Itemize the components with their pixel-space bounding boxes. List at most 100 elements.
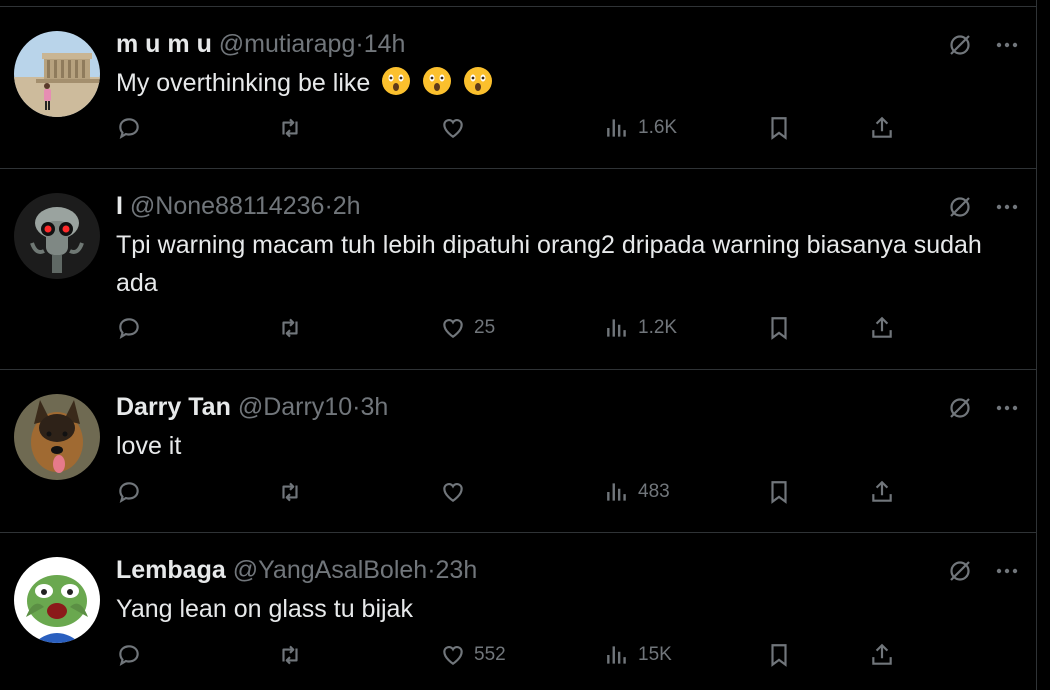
more-icon[interactable] [996,42,1018,48]
view-count: 1.6K [638,117,678,138]
retweet-icon [282,118,298,138]
retweet-icon [282,318,298,338]
views-icon [607,319,626,337]
reply-button[interactable] [116,642,142,668]
tweet[interactable]: I @None88114236·2h Tpi warning macam tuh… [0,169,1036,370]
like-icon [443,646,463,665]
like-button[interactable] [440,115,474,141]
tweet-top-icons [948,559,1018,583]
more-icon[interactable] [996,568,1018,574]
share-button[interactable] [869,115,895,141]
like-icon [443,119,463,138]
tweet-actions: 1.6K [0,115,1036,145]
timestamp[interactable]: 14h [364,30,406,58]
views-button[interactable]: 1.6K [604,115,677,141]
tweet-header: m u m u @mutiarapg·14h [116,29,405,59]
like-button[interactable]: 25 [440,315,495,341]
share-button[interactable] [869,642,895,668]
tweet-actions: 552 15K [0,642,1036,672]
avatar[interactable] [14,31,100,117]
like-count: 25 [474,317,496,338]
display-name[interactable]: Lembaga [116,556,226,584]
bookmark-icon [771,117,787,140]
avatar[interactable] [14,394,100,480]
bookmark-button[interactable] [766,115,792,141]
grok-icon[interactable] [948,33,972,57]
share-icon [872,316,892,338]
display-name[interactable]: m u m u [116,30,212,58]
reply-button[interactable] [116,115,142,141]
timeline-feed: m u m u @mutiarapg·14h My overthinking b… [0,0,1037,690]
grok-icon[interactable] [948,396,972,420]
handle[interactable]: @YangAsalBoleh [233,556,427,584]
handle[interactable]: @mutiarapg [219,30,356,58]
tweet-header: Darry Tan @Darry10·3h [116,392,388,422]
retweet-icon [282,645,298,665]
timestamp[interactable]: 23h [436,556,478,584]
bookmark-icon [771,481,787,504]
tweet-text-content: My overthinking be like [116,69,371,97]
reply-button[interactable] [116,315,142,341]
tweet-actions: 25 1.2K [0,315,1036,345]
separator: · [324,192,333,220]
handle[interactable]: @None88114236 [130,192,325,220]
tweet[interactable]: Darry Tan @Darry10·3h love it 483 [0,370,1036,533]
tweet-top-icons [948,33,1018,57]
tweet-text: Tpi warning macam tuh lebih dipatuhi ora… [116,231,982,297]
retweet-button[interactable] [277,642,303,668]
handle[interactable]: @Darry10 [238,393,352,421]
share-button[interactable] [869,479,895,505]
bookmark-button[interactable] [766,479,792,505]
avatar[interactable] [14,557,100,643]
share-icon [872,116,892,138]
astonished-face-icon [423,67,452,95]
tweet-top-icons [948,195,1018,219]
avatar[interactable] [14,193,100,279]
view-count: 1.2K [638,317,678,338]
share-button[interactable] [869,315,895,341]
like-button[interactable]: 552 [440,642,506,668]
like-count: 552 [474,644,506,665]
views-button[interactable]: 483 [604,479,670,505]
views-icon [607,646,626,664]
astonished-face-icon [464,67,493,95]
grok-icon[interactable] [948,559,972,583]
tweet-top-icons [948,396,1018,420]
tweet-actions: 483 [0,479,1036,509]
views-button[interactable]: 15K [604,642,672,668]
reply-icon [119,482,139,503]
views-icon [607,119,626,137]
timestamp[interactable]: 3h [360,393,388,421]
retweet-button[interactable] [277,315,303,341]
reply-button[interactable] [116,479,142,505]
view-count: 483 [638,481,670,502]
more-icon[interactable] [996,204,1018,210]
bookmark-button[interactable] [766,315,792,341]
like-icon [443,483,463,502]
avatar-squidward-image [14,193,100,279]
retweet-icon [282,482,298,502]
tweet-text: love it [116,432,182,460]
reply-icon [119,118,139,139]
grok-icon[interactable] [948,195,972,219]
like-button[interactable] [440,479,474,505]
display-name[interactable]: I [116,192,123,220]
tweet[interactable]: Lembaga @YangAsalBoleh·23h Yang lean on … [0,533,1036,690]
bookmark-button[interactable] [766,642,792,668]
share-icon [872,480,892,502]
display-name[interactable]: Darry Tan [116,393,231,421]
views-icon [607,483,626,501]
like-icon [443,319,463,338]
retweet-button[interactable] [277,479,303,505]
retweet-button[interactable] [277,115,303,141]
timestamp[interactable]: 2h [333,192,361,220]
tweet-text: My overthinking be like [116,64,996,102]
tweet-header: I @None88114236·2h [116,191,361,221]
avatar-monument-image [14,31,100,117]
views-button[interactable]: 1.2K [604,315,677,341]
reply-icon [119,318,139,339]
more-icon[interactable] [996,405,1018,411]
tweet[interactable]: m u m u @mutiarapg·14h My overthinking b… [0,7,1036,169]
bookmark-icon [771,317,787,340]
astonished-face-icon [382,67,411,95]
